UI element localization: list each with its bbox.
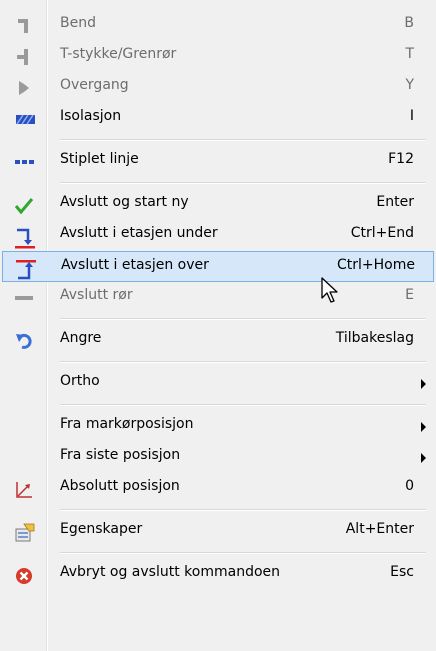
menu-item-label: Avbryt og avslutt kommandoen — [60, 564, 281, 580]
tee-icon — [14, 48, 34, 66]
menu-item-fra-siste-posisjon[interactable]: Fra siste posisjon — [0, 442, 434, 473]
menu-separator — [60, 182, 426, 184]
menu-item-shortcut: Alt+Enter — [345, 521, 414, 537]
menu-item-shortcut: T — [405, 46, 414, 62]
menu-item-label: Overgang — [60, 77, 129, 93]
menu-item-avslutt-ror[interactable]: Avslutt rør E — [0, 282, 434, 313]
menu-item-ortho[interactable]: Ortho — [0, 368, 434, 399]
insulation-icon — [14, 110, 35, 128]
menu-item-shortcut: Ctrl+End — [350, 225, 414, 241]
absolute-position-icon — [14, 480, 34, 498]
properties-icon — [14, 523, 35, 542]
menu-item-avslutt-etasjen-under[interactable]: Avslutt i etasjen under Ctrl+End — [0, 220, 434, 251]
menu-item-label: Egenskaper — [60, 521, 143, 537]
menu-item-shortcut: Esc — [390, 564, 414, 580]
menu-item-shortcut: Enter — [376, 194, 414, 210]
floor-above-icon — [15, 259, 36, 280]
mouse-pointer-icon — [321, 277, 341, 305]
submenu-arrow-icon — [421, 453, 426, 463]
dashed-line-icon — [14, 153, 34, 171]
bend-icon — [14, 17, 34, 35]
menu-item-tee[interactable]: T-stykke/Grenrør T — [0, 41, 434, 72]
menu-item-label: Bend — [60, 15, 96, 31]
menu-item-avbryt[interactable]: Avbryt og avslutt kommandoen Esc — [0, 559, 434, 590]
menu-item-label: Ortho — [60, 373, 100, 389]
menu-item-overgang[interactable]: Overgang Y — [0, 72, 434, 103]
menu-separator — [60, 404, 426, 406]
menu-item-label: Fra siste posisjon — [60, 447, 181, 463]
checkmark-icon — [14, 196, 34, 215]
context-menu: Bend B T-stykke/Grenrør T Overgang Y Iso… — [0, 0, 436, 651]
menu-item-shortcut: 0 — [405, 478, 414, 494]
menu-item-egenskaper[interactable]: Egenskaper Alt+Enter — [0, 516, 434, 547]
menu-item-shortcut: B — [404, 15, 414, 31]
menu-item-label: Fra markørposisjon — [60, 416, 194, 432]
menu-item-label: Stiplet linje — [60, 151, 139, 167]
menu-item-fra-markorposisjon[interactable]: Fra markørposisjon — [0, 411, 434, 442]
menu-item-shortcut: Y — [405, 77, 414, 93]
menu-item-shortcut: F12 — [388, 151, 414, 167]
floor-below-icon — [14, 227, 35, 249]
menu-item-label: Avslutt i etasjen over — [61, 257, 209, 273]
menu-separator — [60, 509, 426, 511]
menu-item-shortcut: I — [409, 108, 414, 124]
menu-separator — [60, 318, 426, 320]
menu-item-bend[interactable]: Bend B — [0, 10, 434, 41]
reducer-icon — [14, 79, 34, 97]
menu-item-shortcut: E — [405, 287, 414, 303]
menu-item-stiplet-linje[interactable]: Stiplet linje F12 — [0, 146, 434, 177]
menu-item-avslutt-og-start-ny[interactable]: Avslutt og start ny Enter — [0, 189, 434, 220]
menu-item-label: Isolasjon — [60, 108, 122, 124]
menu-item-avslutt-etasjen-over[interactable]: Avslutt i etasjen over Ctrl+Home — [2, 251, 434, 282]
cancel-icon — [14, 566, 34, 584]
menu-separator — [60, 361, 426, 363]
undo-icon — [14, 332, 34, 350]
menu-item-label: T-stykke/Grenrør — [60, 46, 177, 62]
menu-item-label: Avslutt og start ny — [60, 194, 189, 210]
menu-item-isolasjon[interactable]: Isolasjon I — [0, 103, 434, 134]
menu-separator — [60, 139, 426, 141]
menu-item-label: Angre — [60, 330, 102, 346]
menu-item-angre[interactable]: Angre Tilbakeslag — [0, 325, 434, 356]
menu-item-label: Avslutt rør — [60, 287, 133, 303]
menu-item-label: Avslutt i etasjen under — [60, 225, 218, 241]
menu-item-absolutt-posisjon[interactable]: Absolutt posisjon 0 — [0, 473, 434, 504]
menu-item-shortcut: Ctrl+Home — [337, 257, 415, 273]
menu-item-label: Absolutt posisjon — [60, 478, 180, 494]
menu-item-shortcut: Tilbakeslag — [335, 330, 414, 346]
end-pipe-icon — [14, 289, 34, 307]
menu-separator — [60, 552, 426, 554]
submenu-arrow-icon — [421, 379, 426, 389]
submenu-arrow-icon — [421, 422, 426, 432]
